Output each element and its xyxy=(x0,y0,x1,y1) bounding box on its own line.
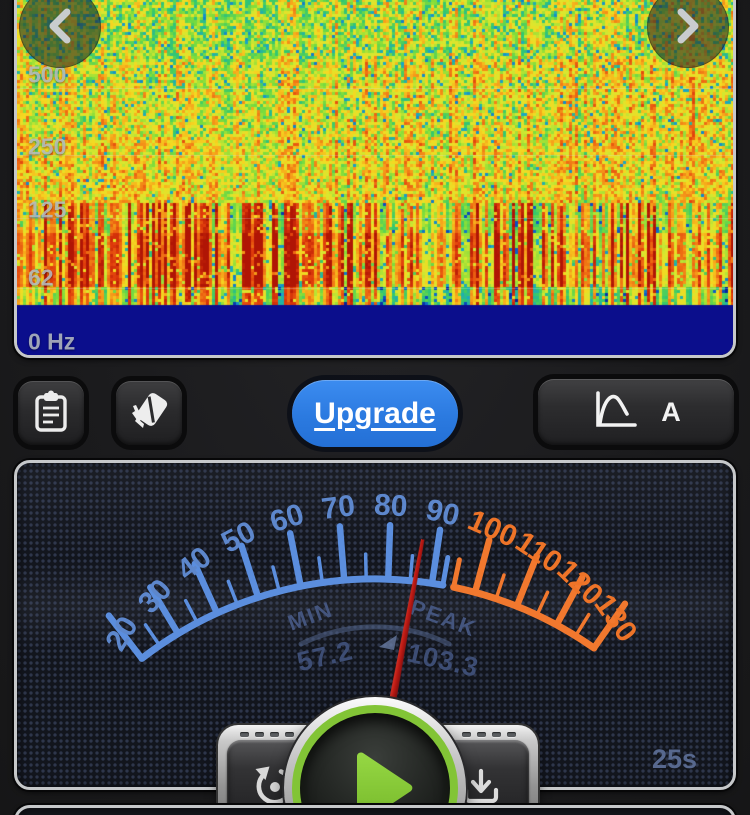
rivet xyxy=(255,732,264,737)
rivet xyxy=(240,732,249,737)
records-button[interactable] xyxy=(18,381,84,445)
promo-app-button[interactable] xyxy=(116,381,182,445)
spectrogram-panel: 500250125620 Hz xyxy=(14,0,736,358)
svg-text:70: 70 xyxy=(320,489,357,526)
rivet xyxy=(462,732,471,737)
svg-text:90: 90 xyxy=(423,493,463,533)
rivet xyxy=(477,732,486,737)
rivet xyxy=(270,732,279,737)
chevron-left-icon xyxy=(43,4,77,51)
bottom-panel xyxy=(14,805,736,815)
weighting-letter: A xyxy=(661,397,681,428)
play-button-face xyxy=(292,705,458,815)
rivet xyxy=(285,732,294,737)
chevron-right-icon xyxy=(671,4,705,51)
level-meter-panel: 2030405060708090100110120130MIN57.2PEAK1… xyxy=(14,460,736,790)
svg-text:MIN: MIN xyxy=(284,596,336,635)
clipboard-icon xyxy=(30,389,72,438)
svg-text:60: 60 xyxy=(266,498,308,539)
app-screen: 500250125620 Hz xyxy=(0,0,750,815)
svg-text:30: 30 xyxy=(132,573,179,620)
svg-text:40: 40 xyxy=(171,541,218,588)
tilted-card-icon xyxy=(127,390,171,437)
svg-text:103.3: 103.3 xyxy=(404,637,481,683)
svg-text:50: 50 xyxy=(216,515,261,560)
spectrogram-canvas[interactable] xyxy=(17,0,733,355)
elapsed-time: 25s xyxy=(652,744,697,775)
upgrade-button[interactable]: Upgrade xyxy=(292,380,458,447)
response-curve-icon xyxy=(591,387,641,438)
rivet xyxy=(492,732,501,737)
rivet xyxy=(507,732,516,737)
play-triangle-icon xyxy=(325,737,425,815)
svg-text:80: 80 xyxy=(373,488,408,523)
frequency-weighting-button[interactable]: A xyxy=(538,379,734,445)
